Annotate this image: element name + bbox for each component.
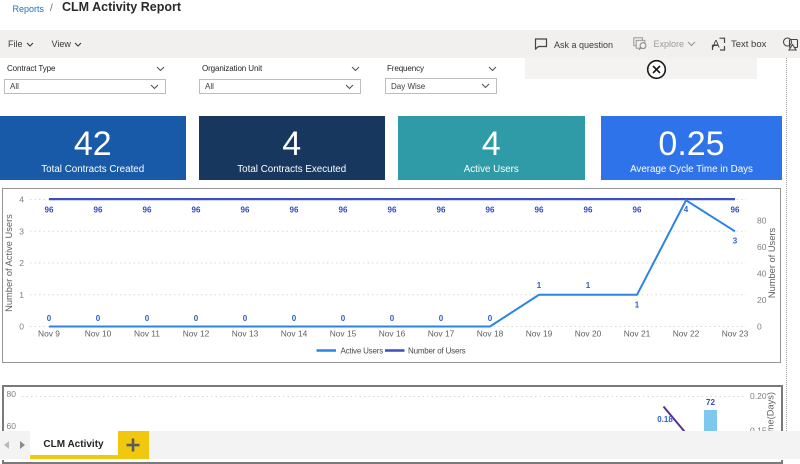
svg-text:0: 0 <box>242 314 247 323</box>
svg-text:80: 80 <box>7 389 17 399</box>
svg-text:1: 1 <box>634 300 639 309</box>
svg-text:Nov 18: Nov 18 <box>476 328 503 338</box>
svg-text:Nov 12: Nov 12 <box>182 328 209 338</box>
svg-text:4: 4 <box>683 204 688 213</box>
svg-text:Nov 23: Nov 23 <box>721 328 748 338</box>
svg-text:96: 96 <box>632 205 641 214</box>
svg-text:40: 40 <box>757 268 767 278</box>
svg-text:Nov 21: Nov 21 <box>623 328 650 338</box>
svg-text:96: 96 <box>485 205 494 214</box>
svg-text:0: 0 <box>193 314 198 323</box>
svg-text:96: 96 <box>93 205 102 214</box>
svg-text:A: A <box>712 39 720 51</box>
svg-text:Number of Active Users: Number of Active Users <box>4 213 14 311</box>
svg-text:Nov 10: Nov 10 <box>84 328 111 338</box>
svg-text:0: 0 <box>487 314 492 323</box>
svg-text:0.18: 0.18 <box>657 415 673 424</box>
svg-text:96: 96 <box>583 205 592 214</box>
svg-text:0: 0 <box>46 314 51 323</box>
svg-text:0: 0 <box>757 321 762 331</box>
svg-text:Active Users: Active Users <box>340 346 383 355</box>
svg-text:0.20: 0.20 <box>750 391 767 401</box>
svg-text:Nov 11: Nov 11 <box>134 328 160 338</box>
svg-text:96: 96 <box>44 205 53 214</box>
svg-text:96: 96 <box>730 205 739 214</box>
svg-text:Nov 19: Nov 19 <box>525 328 552 338</box>
svg-text:3: 3 <box>19 226 24 236</box>
svg-text:96: 96 <box>387 205 396 214</box>
svg-text:1: 1 <box>19 289 24 299</box>
svg-text:20: 20 <box>757 294 767 304</box>
svg-text:0: 0 <box>438 314 443 323</box>
svg-text:Nov 16: Nov 16 <box>378 328 405 338</box>
svg-text:Nov 20: Nov 20 <box>574 328 601 338</box>
svg-text:60: 60 <box>7 421 17 431</box>
svg-text:96: 96 <box>338 205 347 214</box>
svg-text:96: 96 <box>191 205 200 214</box>
svg-text:Nov 15: Nov 15 <box>329 328 356 338</box>
svg-text:0: 0 <box>340 314 345 323</box>
svg-text:Nov 9: Nov 9 <box>38 328 60 338</box>
svg-text:2: 2 <box>19 258 24 268</box>
svg-text:Number of Users: Number of Users <box>408 346 466 355</box>
svg-text:96: 96 <box>534 205 543 214</box>
svg-text:0: 0 <box>389 314 394 323</box>
svg-text:Nov 17: Nov 17 <box>427 328 454 338</box>
svg-text:0: 0 <box>19 321 24 331</box>
svg-text:0: 0 <box>95 314 100 323</box>
svg-text:0: 0 <box>291 314 296 323</box>
svg-text:1: 1 <box>536 281 541 290</box>
svg-text:96: 96 <box>436 205 445 214</box>
svg-text:72: 72 <box>706 398 715 407</box>
svg-text:80: 80 <box>757 215 767 225</box>
svg-text:Nov 13: Nov 13 <box>231 328 258 338</box>
svg-text:96: 96 <box>142 205 151 214</box>
svg-text:Number of Users: Number of Users <box>767 227 777 298</box>
svg-text:Nov 14: Nov 14 <box>280 328 307 338</box>
svg-text:Nov 22: Nov 22 <box>672 328 699 338</box>
svg-text:96: 96 <box>240 205 249 214</box>
svg-text:60: 60 <box>757 241 767 251</box>
svg-text:1: 1 <box>585 281 590 290</box>
svg-text:4: 4 <box>19 194 24 204</box>
svg-text:0: 0 <box>144 314 149 323</box>
svg-text:96: 96 <box>289 205 298 214</box>
svg-text:3: 3 <box>732 236 737 245</box>
